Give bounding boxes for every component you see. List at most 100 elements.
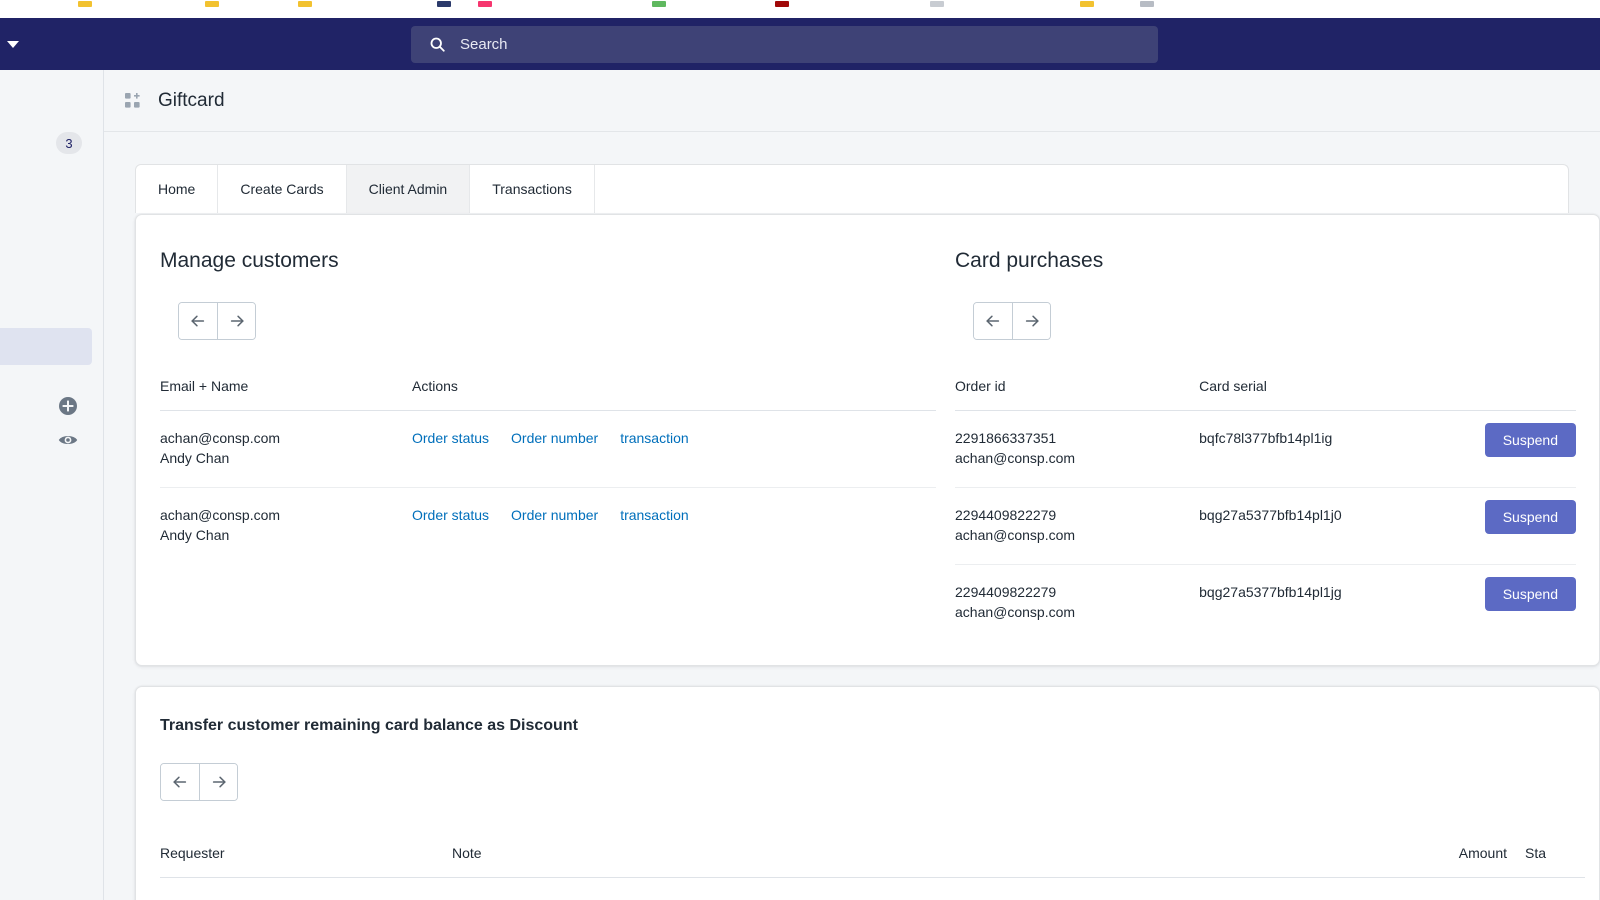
sidebar-item-active[interactable] bbox=[0, 328, 92, 365]
bookmark-favicon[interactable] bbox=[205, 1, 219, 7]
plus-circle-icon[interactable] bbox=[57, 395, 79, 417]
card-purchases-prev-button[interactable] bbox=[974, 303, 1012, 339]
tab-home[interactable]: Home bbox=[136, 165, 218, 213]
tab-transactions[interactable]: Transactions bbox=[470, 165, 595, 213]
bookmark-favicon[interactable] bbox=[652, 1, 666, 7]
table-row: 2291866337351 achan@consp.com bqfc78l377… bbox=[955, 411, 1576, 488]
order-id-cell: 2294409822279 achan@consp.com bbox=[955, 488, 1199, 565]
suspend-button[interactable]: Suspend bbox=[1485, 423, 1576, 457]
card-purchases-section: Card purchases bbox=[936, 215, 1576, 665]
arrow-left-icon bbox=[171, 773, 189, 791]
order-number-link[interactable]: Order number bbox=[511, 507, 598, 523]
order-id: 2294409822279 bbox=[955, 584, 1056, 600]
manage-customers-pager bbox=[178, 302, 256, 340]
card-purchases-title: Card purchases bbox=[955, 249, 1576, 273]
arrow-left-icon bbox=[189, 312, 207, 330]
order-email: achan@consp.com bbox=[955, 527, 1199, 543]
table-header-row: Email + Name Actions bbox=[160, 378, 936, 411]
page-header: Giftcard bbox=[104, 70, 1600, 132]
column-header-order-id: Order id bbox=[955, 378, 1199, 411]
main-content: Giftcard Home Create Cards Client Admin … bbox=[104, 70, 1600, 900]
customer-email: achan@consp.com bbox=[160, 430, 280, 446]
column-header-note: Note bbox=[452, 845, 783, 878]
column-header-card-serial: Card serial bbox=[1199, 378, 1485, 411]
table-row: achan@consp.com Andy Chan Order status O… bbox=[160, 488, 936, 565]
manage-customers-title: Manage customers bbox=[160, 249, 936, 273]
bookmark-favicon[interactable] bbox=[930, 1, 944, 7]
transfer-balance-prev-button[interactable] bbox=[161, 764, 199, 800]
arrow-right-icon bbox=[228, 312, 246, 330]
search-icon bbox=[429, 36, 446, 53]
tab-client-admin[interactable]: Client Admin bbox=[347, 165, 471, 213]
suspend-button[interactable]: Suspend bbox=[1485, 577, 1576, 611]
transaction-link[interactable]: transaction bbox=[620, 430, 688, 446]
transfer-balance-title: Transfer customer remaining card balance… bbox=[160, 717, 1599, 735]
left-sidebar: 3 bbox=[0, 70, 104, 900]
browser-bookmarks-bar[interactable] bbox=[0, 0, 1600, 18]
manage-customers-prev-button[interactable] bbox=[179, 303, 217, 339]
table-row: 2294409822279 achan@consp.com bqg27a5377… bbox=[955, 565, 1576, 642]
tab-create-cards[interactable]: Create Cards bbox=[218, 165, 346, 213]
arrow-right-icon bbox=[210, 773, 228, 791]
table-row: 2294409822279 achan@consp.com bqg27a5377… bbox=[955, 488, 1576, 565]
transaction-link[interactable]: transaction bbox=[620, 507, 688, 523]
arrow-right-icon bbox=[1023, 312, 1041, 330]
search-input[interactable]: Search bbox=[411, 26, 1158, 63]
transfer-balance-next-button[interactable] bbox=[199, 764, 237, 800]
card-purchases-pager bbox=[973, 302, 1051, 340]
eye-icon[interactable] bbox=[57, 429, 79, 451]
column-header-actions: Actions bbox=[412, 378, 936, 411]
transfer-balance-table: Requester Note Amount Sta bbox=[160, 845, 1585, 878]
column-header-amount: Amount bbox=[783, 845, 1525, 878]
manage-customers-table: Email + Name Actions achan@consp.com And… bbox=[160, 378, 936, 564]
bookmark-favicon[interactable] bbox=[1140, 1, 1154, 7]
order-id-cell: 2294409822279 achan@consp.com bbox=[955, 565, 1199, 642]
tab-bar: Home Create Cards Client Admin Transacti… bbox=[135, 164, 1569, 213]
customer-email: achan@consp.com bbox=[160, 507, 280, 523]
card-purchases-table: Order id Card serial 2291866337351 achan… bbox=[955, 378, 1576, 641]
table-row: achan@consp.com Andy Chan Order status O… bbox=[160, 411, 936, 488]
bookmark-favicon[interactable] bbox=[478, 1, 492, 7]
suspend-button[interactable]: Suspend bbox=[1485, 500, 1576, 534]
top-navigation-bar: o Search bbox=[0, 18, 1600, 70]
customer-identity-cell: achan@consp.com Andy Chan bbox=[160, 488, 412, 565]
column-header-requester: Requester bbox=[160, 845, 452, 878]
table-header-row: Order id Card serial bbox=[955, 378, 1576, 411]
store-switcher[interactable]: o bbox=[0, 36, 19, 52]
client-admin-panel: Manage customers bbox=[135, 214, 1600, 666]
bookmark-favicon[interactable] bbox=[298, 1, 312, 7]
column-header-action bbox=[1485, 378, 1576, 411]
order-status-link[interactable]: Order status bbox=[412, 430, 489, 446]
app-grid-plus-icon bbox=[124, 92, 142, 110]
table-header-row: Requester Note Amount Sta bbox=[160, 845, 1585, 878]
order-status-link[interactable]: Order status bbox=[412, 507, 489, 523]
search-placeholder: Search bbox=[460, 36, 508, 53]
bookmark-favicon[interactable] bbox=[78, 1, 92, 7]
order-number-link[interactable]: Order number bbox=[511, 430, 598, 446]
page-title: Giftcard bbox=[158, 90, 225, 112]
customer-name: Andy Chan bbox=[160, 527, 412, 543]
customer-identity-cell: achan@consp.com Andy Chan bbox=[160, 411, 412, 488]
card-serial-cell: bqg27a5377bfb14pl1jg bbox=[1199, 565, 1485, 642]
bookmark-favicon[interactable] bbox=[437, 1, 451, 7]
transfer-balance-panel: Transfer customer remaining card balance… bbox=[135, 686, 1600, 900]
column-header-status: Sta bbox=[1525, 845, 1585, 878]
bookmark-favicon[interactable] bbox=[1080, 1, 1094, 7]
manage-customers-next-button[interactable] bbox=[217, 303, 255, 339]
card-action-cell: Suspend bbox=[1485, 565, 1576, 642]
transfer-balance-pager bbox=[160, 763, 238, 801]
card-purchases-next-button[interactable] bbox=[1012, 303, 1050, 339]
card-serial-cell: bqg27a5377bfb14pl1j0 bbox=[1199, 488, 1485, 565]
chevron-down-icon bbox=[7, 41, 19, 48]
order-id-cell: 2291866337351 achan@consp.com bbox=[955, 411, 1199, 488]
order-id: 2294409822279 bbox=[955, 507, 1056, 523]
arrow-left-icon bbox=[984, 312, 1002, 330]
customer-actions-cell: Order status Order number transaction bbox=[412, 411, 936, 488]
bookmark-favicon[interactable] bbox=[775, 1, 789, 7]
order-id: 2291866337351 bbox=[955, 430, 1056, 446]
manage-customers-section: Manage customers bbox=[136, 215, 936, 665]
order-email: achan@consp.com bbox=[955, 450, 1199, 466]
card-serial-cell: bqfc78l377bfb14pl1ig bbox=[1199, 411, 1485, 488]
customer-name: Andy Chan bbox=[160, 450, 412, 466]
column-header-email-name: Email + Name bbox=[160, 378, 412, 411]
